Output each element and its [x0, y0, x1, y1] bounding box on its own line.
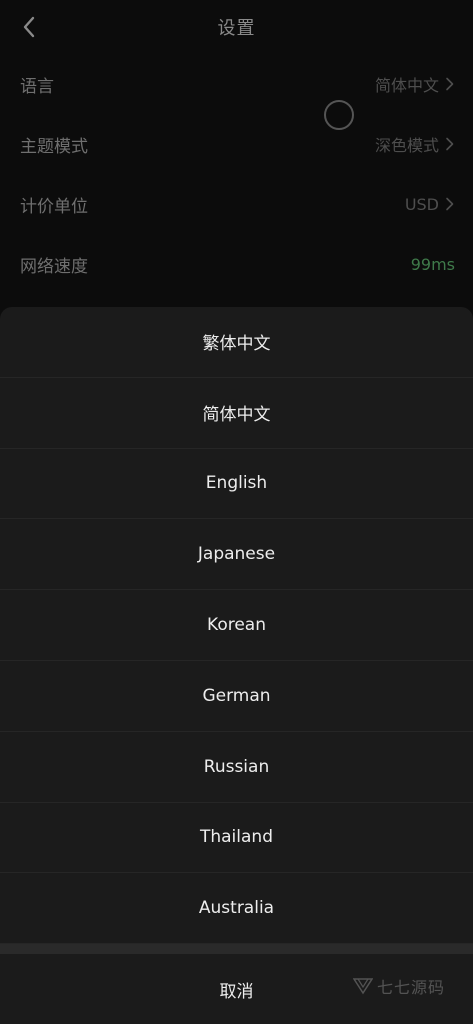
watermark: 七七源码	[352, 974, 445, 998]
language-option-russian[interactable]: Russian	[0, 732, 473, 803]
settings-row-language[interactable]: 语言 简体中文	[0, 54, 473, 114]
language-option-simplified-chinese[interactable]: 简体中文	[0, 378, 473, 449]
row-right: 99ms	[411, 255, 455, 274]
row-value: 简体中文	[374, 76, 439, 95]
language-option-australia[interactable]: Australia	[0, 873, 473, 945]
loading-spinner-icon	[324, 100, 354, 130]
settings-screen: 设置 语言 简体中文 主题模式 深色模式 计价单位 USD 网络速度 99ms …	[0, 0, 473, 1024]
language-option-thailand[interactable]: Thailand	[0, 803, 473, 874]
chevron-right-icon	[446, 197, 454, 211]
header: 设置	[0, 0, 473, 54]
chevron-right-icon	[446, 137, 454, 151]
row-right: USD	[405, 195, 455, 214]
row-label: 主题模式	[20, 136, 88, 157]
row-label: 语言	[20, 76, 54, 97]
row-right: 简体中文	[375, 72, 455, 96]
row-value: 深色模式	[374, 136, 439, 155]
language-option-english[interactable]: English	[0, 449, 473, 520]
language-option-traditional-chinese[interactable]: 繁体中文	[0, 307, 473, 378]
language-option-japanese[interactable]: Japanese	[0, 519, 473, 591]
chevron-right-icon	[446, 77, 454, 91]
language-option-german[interactable]: German	[0, 661, 473, 732]
language-option-korean[interactable]: Korean	[0, 590, 473, 661]
sheet-divider	[0, 944, 473, 955]
language-picker-sheet: 繁体中文 简体中文 English Japanese Korean German…	[0, 307, 473, 1024]
watermark-text: 七七源码	[376, 978, 445, 997]
settings-row-theme[interactable]: 主题模式 深色模式	[0, 114, 473, 174]
settings-row-currency[interactable]: 计价单位 USD	[0, 174, 473, 234]
page-title: 设置	[217, 18, 256, 39]
row-label: 网络速度	[20, 256, 88, 277]
row-right: 深色模式	[375, 132, 455, 156]
row-label: 计价单位	[20, 196, 88, 217]
settings-list: 语言 简体中文 主题模式 深色模式 计价单位 USD 网络速度 99ms	[0, 54, 473, 294]
row-value: USD	[404, 194, 439, 214]
watermark-logo-icon	[352, 978, 373, 995]
settings-row-network-speed: 网络速度 99ms	[0, 234, 473, 294]
network-latency-value: 99ms	[410, 254, 455, 274]
